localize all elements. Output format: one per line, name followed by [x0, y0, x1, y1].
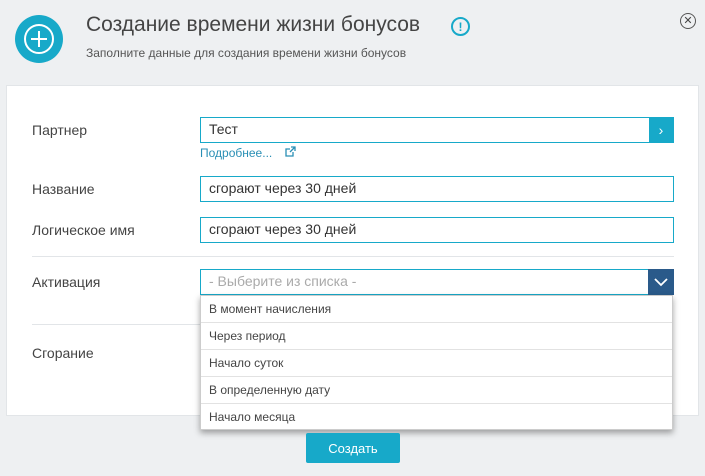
divider — [32, 324, 200, 325]
name-label: Название — [32, 181, 95, 197]
option-specific-date[interactable]: В определенную дату — [201, 377, 672, 404]
burning-label: Сгорание — [32, 345, 94, 361]
activation-label: Активация — [32, 274, 101, 290]
partner-field[interactable]: Тест — [200, 117, 674, 143]
logical-name-label: Логическое имя — [32, 222, 135, 238]
name-input[interactable]: сгорают через 30 дней — [200, 176, 674, 202]
activation-options-list: В момент начисления Через период Начало … — [200, 295, 673, 430]
partner-select-button[interactable]: › — [649, 117, 673, 142]
create-button[interactable]: Создать — [306, 433, 400, 463]
activation-select[interactable]: - Выберите из списка - — [200, 269, 674, 295]
chevron-down-icon — [654, 277, 668, 286]
option-after-period[interactable]: Через период — [201, 323, 672, 350]
close-icon[interactable]: ✕ — [680, 13, 696, 29]
modal-header: Создание времени жизни бонусов ! Заполни… — [0, 0, 705, 76]
logical-name-input[interactable]: сгорают через 30 дней — [200, 217, 674, 243]
divider — [32, 256, 674, 257]
page-subtitle: Заполните данные для создания времени жи… — [86, 46, 407, 60]
option-on-accrual[interactable]: В момент начисления — [201, 296, 672, 323]
page-title: Создание времени жизни бонусов — [86, 13, 421, 36]
partner-more-link[interactable]: Подробнее... — [200, 146, 272, 160]
option-start-of-month[interactable]: Начало месяца — [201, 404, 672, 431]
chevron-right-icon: › — [658, 121, 664, 138]
info-icon[interactable]: ! — [451, 17, 470, 36]
external-link-icon[interactable] — [285, 146, 296, 157]
add-circle-icon — [15, 15, 63, 63]
partner-label: Партнер — [32, 122, 88, 138]
activation-dropdown-button[interactable] — [648, 269, 674, 295]
option-start-of-day[interactable]: Начало суток — [201, 350, 672, 377]
